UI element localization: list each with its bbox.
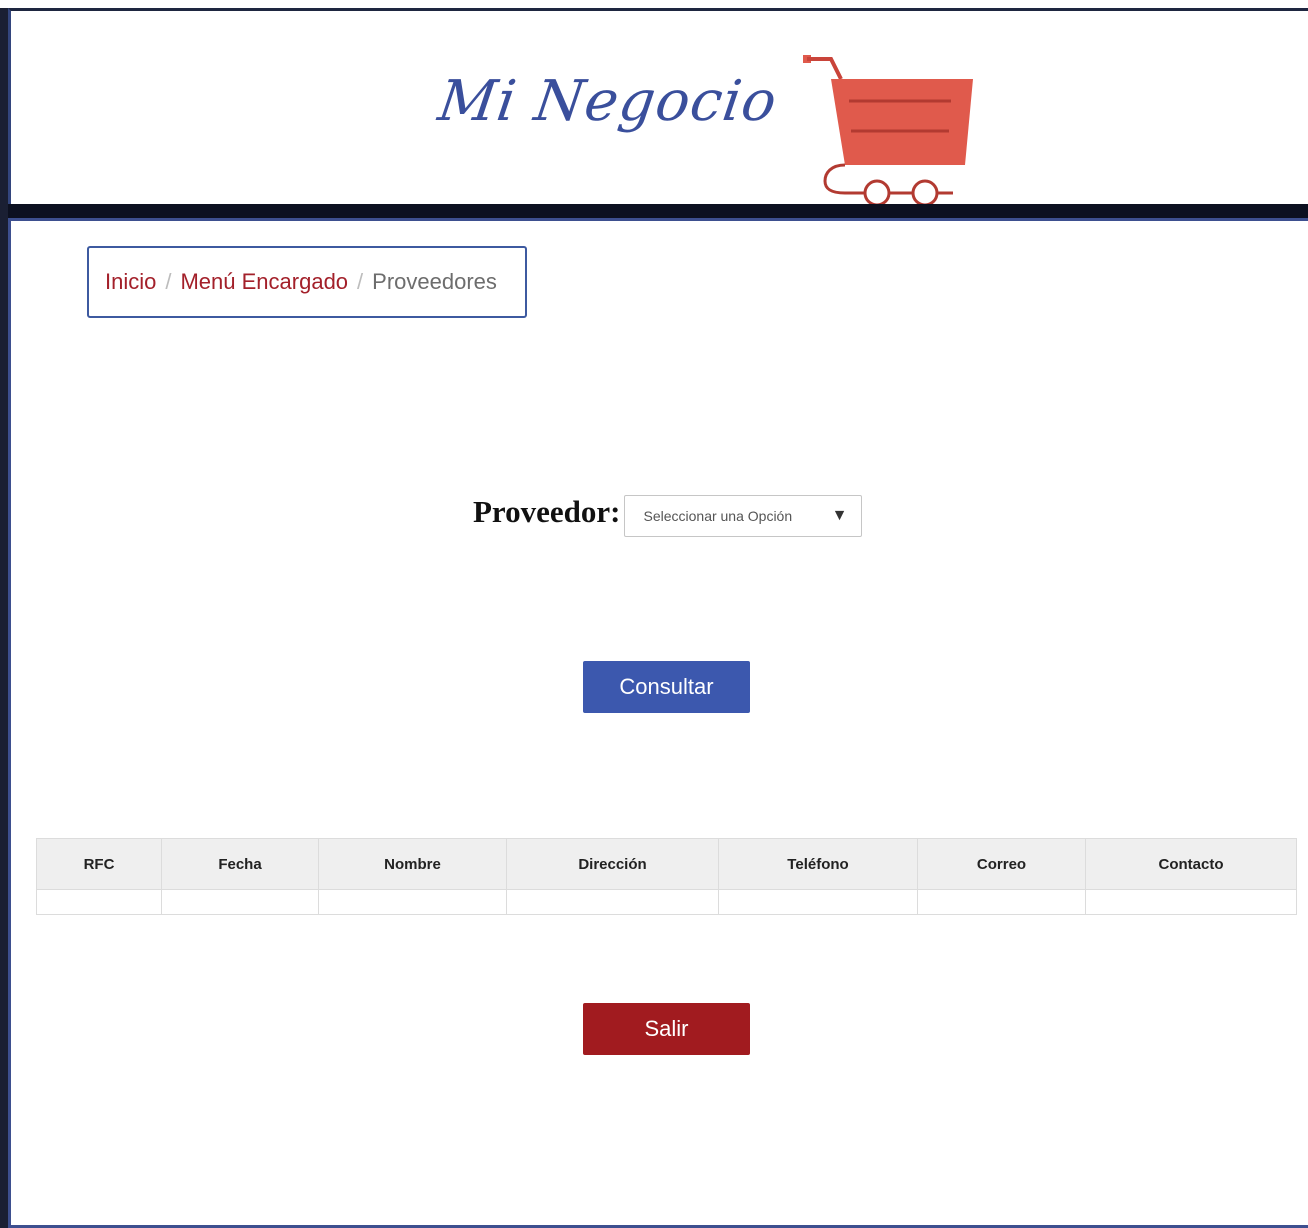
table-cell	[1085, 889, 1297, 915]
main-content: Inicio / Menú Encargado / Proveedores Pr…	[8, 218, 1308, 1228]
column-header-direccion: Dirección	[506, 838, 719, 890]
breadcrumb-current-proveedores: Proveedores	[372, 269, 497, 294]
provider-label: Proveedor:	[473, 494, 621, 529]
dropdown-arrow-icon: ▼	[831, 507, 848, 524]
column-header-fecha: Fecha	[161, 838, 319, 890]
provider-select-value: Seleccionar una Opción	[643, 508, 793, 524]
table-cell	[917, 889, 1086, 915]
provider-select[interactable]: Seleccionar una Opción ▼	[624, 495, 863, 537]
providers-table-wrap: RFC Fecha Nombre Dirección Teléfono Corr…	[36, 838, 1297, 915]
brand-title: Mi Negocio	[434, 69, 782, 134]
table-cell	[506, 889, 719, 915]
table-cell	[718, 889, 918, 915]
column-header-rfc: RFC	[36, 838, 162, 890]
breadcrumb-link-inicio[interactable]: Inicio	[105, 269, 156, 295]
table-cell	[161, 889, 319, 915]
column-header-nombre: Nombre	[318, 838, 507, 890]
header-separator	[8, 204, 1308, 218]
table-cell	[36, 889, 162, 915]
consultar-button[interactable]: Consultar	[583, 661, 750, 713]
shopping-cart-icon	[803, 55, 973, 207]
column-header-correo: Correo	[917, 838, 1086, 890]
table-cell	[318, 889, 507, 915]
column-header-telefono: Teléfono	[718, 838, 918, 890]
breadcrumb-link-menu-encargado[interactable]: Menú Encargado	[180, 269, 348, 295]
table-row	[36, 889, 1297, 915]
breadcrumb-separator: /	[165, 269, 172, 294]
salir-button[interactable]: Salir	[583, 1003, 750, 1055]
provider-row: Proveedor: Seleccionar una Opción ▼	[473, 487, 863, 537]
providers-table: RFC Fecha Nombre Dirección Teléfono Corr…	[36, 838, 1297, 915]
header: Mi Negocio	[8, 8, 1308, 207]
table-header-row: RFC Fecha Nombre Dirección Teléfono Corr…	[36, 838, 1297, 890]
column-header-contacto: Contacto	[1085, 838, 1297, 890]
breadcrumb-separator: /	[357, 269, 364, 294]
left-frame-bar	[0, 8, 8, 1228]
page: Mi Negocio Inicio / Menú Encargado / Pro…	[0, 0, 1308, 1228]
breadcrumb: Inicio / Menú Encargado / Proveedores	[87, 246, 527, 318]
